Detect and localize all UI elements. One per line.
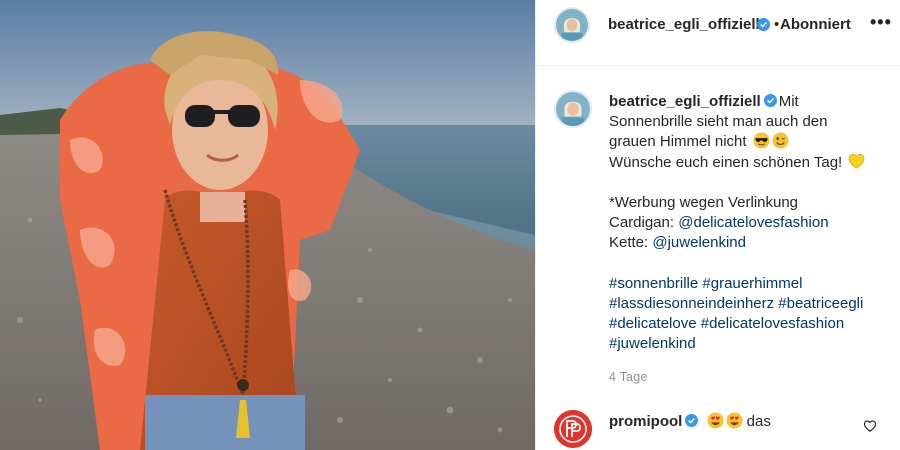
caption-text-line2: Sonnenbrille sieht man auch den: [609, 113, 828, 131]
verified-badge-icon: [685, 414, 699, 427]
caption-author-avatar-image: [556, 92, 590, 126]
comment-row: promipool das: [609, 412, 771, 430]
hashtags-line-3[interactable]: #delicatelove #delicatelovesfashion: [609, 314, 889, 334]
heart-eyes-emoji: [725, 412, 743, 429]
post-header: beatrice_egli_offiziell • Abonniert •••: [536, 0, 900, 66]
sunglasses-emoji: [753, 132, 770, 149]
author-avatar-image: [556, 9, 588, 41]
mention-delicatelovesfashion-link[interactable]: @delicatelovesfashion: [678, 214, 828, 231]
more-icon[interactable]: •••: [870, 12, 892, 33]
follow-status-button[interactable]: Abonniert: [780, 16, 851, 33]
caption-timestamp[interactable]: 4 Tage: [609, 370, 648, 384]
post-photo[interactable]: [0, 0, 535, 450]
beach-portrait-image: [0, 0, 535, 450]
caption-text-line5: *Werbung wegen Verlinkung: [609, 194, 799, 211]
post-side-panel: beatrice_egli_offiziell • Abonniert ••• …: [535, 0, 900, 450]
author-username[interactable]: beatrice_egli_offiziell: [608, 16, 760, 33]
caption-text-line1: Mit: [778, 93, 799, 110]
verified-badge-icon: [763, 94, 777, 107]
caption-label-kette: Kette:: [609, 234, 649, 252]
promipool-logo: [554, 410, 592, 448]
caption-username[interactable]: beatrice_egli_offiziell: [609, 93, 761, 110]
hashtags-line-1[interactable]: #sonnenbrille #grauerhimmel: [609, 274, 889, 294]
mention-juwelenkind-link[interactable]: @juwelenkind: [652, 234, 746, 251]
caption-text-line4: Wünsche euch einen schönen Tag!: [609, 153, 843, 171]
hashtags-line-4[interactable]: #juwelenkind: [609, 334, 889, 354]
heart-outline-icon[interactable]: [863, 419, 877, 433]
comment-text: das: [746, 413, 771, 430]
wink-emoji: [772, 132, 789, 149]
verified-badge-icon: [757, 18, 770, 31]
author-avatar[interactable]: [554, 7, 590, 43]
yellow-heart-emoji: [848, 153, 865, 169]
commenter-username[interactable]: promipool: [609, 413, 682, 430]
caption-text-line3: grauen Himmel nicht: [609, 133, 747, 151]
caption-label-cardigan: Cardigan:: [609, 214, 675, 232]
post-caption: beatrice_egli_offiziell Mit Sonnenbrille …: [609, 92, 889, 355]
heart-eyes-emoji: [706, 412, 724, 429]
caption-author-avatar[interactable]: [554, 90, 592, 128]
hashtags-line-2[interactable]: #lassdiesonneindeinherz #beatriceegli: [609, 294, 889, 314]
commenter-avatar[interactable]: [554, 410, 592, 448]
header-separator: •: [774, 16, 780, 33]
